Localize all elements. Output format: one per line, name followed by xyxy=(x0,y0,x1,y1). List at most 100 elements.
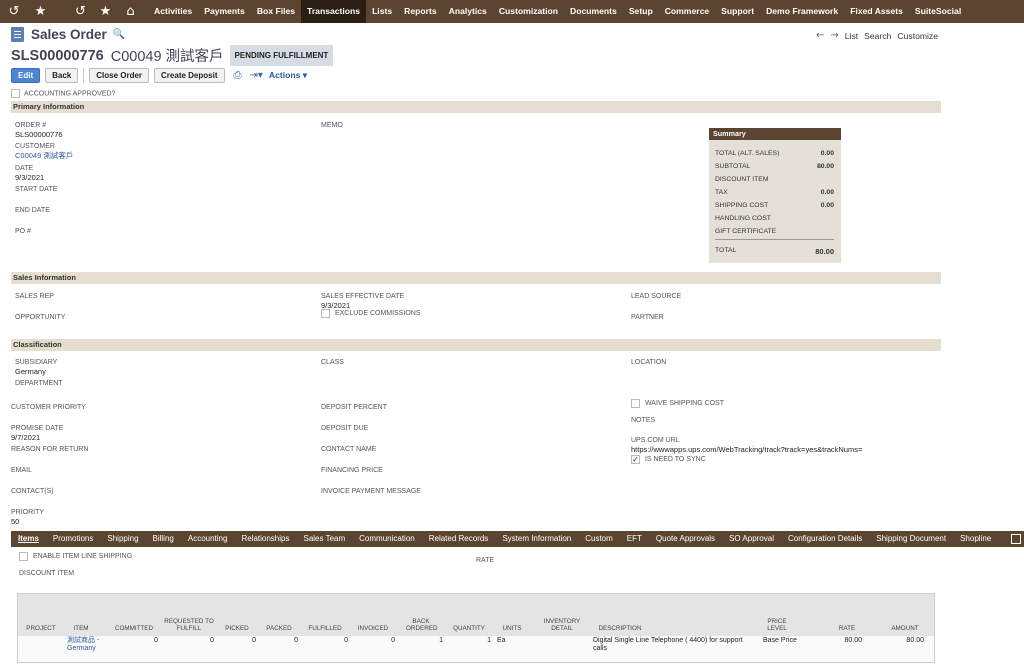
tab-configuration-details[interactable]: Configuration Details xyxy=(781,531,869,547)
financing-price-label: FINANCING PRICE xyxy=(321,467,383,474)
recent-icon[interactable]: ↺ xyxy=(0,0,28,23)
summary-row: TAX 0.00 xyxy=(715,189,834,196)
summary-label: TAX xyxy=(715,189,728,196)
history-icon[interactable]: ↺ xyxy=(68,0,93,23)
tab-items[interactable]: Items xyxy=(11,531,46,547)
tab-eft[interactable]: EFT xyxy=(620,531,649,547)
committed-cell: 0 xyxy=(154,637,158,644)
actions-menu[interactable]: Actions ▾ xyxy=(269,70,307,81)
packed-cell: 0 xyxy=(294,637,298,644)
waive-shipping-cost-field: WAIVE SHIPPING COST xyxy=(631,399,724,408)
end-date-label: END DATE xyxy=(15,207,50,214)
nav-fixed-assets[interactable]: Fixed Assets xyxy=(844,0,909,23)
nav-box-files[interactable]: Box Files xyxy=(251,0,301,23)
nav-setup[interactable]: Setup xyxy=(623,0,659,23)
tab-quote-approvals[interactable]: Quote Approvals xyxy=(649,531,722,547)
tab-shipping[interactable]: Shipping xyxy=(100,531,145,547)
discount-item-label: DISCOUNT ITEM xyxy=(19,570,75,577)
nav-activities[interactable]: Activities xyxy=(148,0,198,23)
customer-link[interactable]: C00049 測試客戶 xyxy=(15,151,73,160)
column-header: AMOUNT xyxy=(891,625,919,632)
nav-transactions[interactable]: Transactions xyxy=(301,0,367,23)
tab-billing[interactable]: Billing xyxy=(146,531,181,547)
partner-field: PARTNER xyxy=(631,313,664,322)
tab-relationships[interactable]: Relationships xyxy=(234,531,296,547)
page-title: Sales Order xyxy=(31,27,107,42)
search-icon[interactable]: 🔍 xyxy=(113,29,125,40)
list-link[interactable]: List xyxy=(845,31,858,41)
tab-system-information[interactable]: System Information xyxy=(495,531,578,547)
star-icon[interactable]: ★ xyxy=(28,0,53,23)
summary-total-value: 80.00 xyxy=(815,247,834,256)
export-icon[interactable]: ⇥▾ xyxy=(250,70,263,81)
rate-cell: 80.00 xyxy=(844,637,862,644)
nav-support[interactable]: Support xyxy=(715,0,760,23)
column-header: INVENTORY DETAIL xyxy=(543,618,581,632)
ups-url-value[interactable]: https://wwwapps.ups.com/WebTracking/trac… xyxy=(631,445,862,454)
summary-row: SUBTOTAL 80.00 xyxy=(715,163,834,170)
order-number: SLS00000776 xyxy=(11,47,104,64)
sales-order-icon xyxy=(11,27,24,42)
customize-link[interactable]: Customize xyxy=(897,31,938,41)
sales-rep-field: SALES REP xyxy=(15,292,54,301)
is-need-to-sync-checkbox[interactable]: ✓ xyxy=(631,455,640,464)
summary-total-label: TOTAL xyxy=(715,247,737,254)
location-field: LOCATION xyxy=(631,358,666,367)
nav-demo-framework[interactable]: Demo Framework xyxy=(760,0,844,23)
summary-row: TOTAL (ALT. SALES) 0.00 xyxy=(715,150,834,157)
summary-row: SHIPPING COST 0.00 xyxy=(715,202,834,209)
actions-label: Actions xyxy=(268,70,301,80)
nav-suitesocial[interactable]: SuiteSocial xyxy=(909,0,967,23)
ups-url-label: UPS.COM URL xyxy=(631,437,680,444)
next-arrow-icon[interactable]: → xyxy=(830,30,838,41)
tab-custom[interactable]: Custom xyxy=(578,531,620,547)
toolbar-divider xyxy=(83,68,85,83)
tab-communication[interactable]: Communication xyxy=(352,531,422,547)
summary-total-row: TOTAL 80.00 xyxy=(715,247,834,256)
expand-icon[interactable] xyxy=(1011,534,1021,544)
column-header: REQUESTED TO FULFILL xyxy=(164,618,214,632)
nav-lists[interactable]: Lists xyxy=(366,0,398,23)
nav-documents[interactable]: Documents xyxy=(564,0,623,23)
nav-customization[interactable]: Customization xyxy=(493,0,564,23)
create-deposit-button[interactable]: Create Deposit xyxy=(154,68,225,83)
search-link[interactable]: Search xyxy=(864,31,891,41)
edit-button[interactable]: Edit xyxy=(11,68,41,83)
nav-commerce[interactable]: Commerce xyxy=(659,0,715,23)
tab-accounting[interactable]: Accounting xyxy=(181,531,235,547)
nav-reports[interactable]: Reports xyxy=(398,0,442,23)
accounting-approved-label: ACCOUNTING APPROVED? xyxy=(24,90,116,98)
section-primary-information[interactable]: Primary Information xyxy=(11,101,941,113)
tab-promotions[interactable]: Promotions xyxy=(46,531,100,547)
tab-shopline[interactable]: Shopline xyxy=(953,531,998,547)
favorites-icon[interactable]: ★ xyxy=(93,0,118,23)
home-icon[interactable]: ⌂ xyxy=(118,0,143,23)
summary-value: 0.00 xyxy=(820,150,834,157)
nav-analytics[interactable]: Analytics xyxy=(443,0,493,23)
section-classification[interactable]: Classification xyxy=(11,339,941,351)
exclude-commissions-checkbox[interactable] xyxy=(321,309,330,318)
column-header: RATE xyxy=(838,625,856,632)
price-level-cell: Base Price xyxy=(763,637,797,644)
po-field: PO # xyxy=(15,227,31,236)
close-order-button[interactable]: Close Order xyxy=(89,68,150,83)
tab-related-records[interactable]: Related Records xyxy=(422,531,496,547)
tab-so-approval[interactable]: SO Approval xyxy=(722,531,781,547)
order-value: SLS00000776 xyxy=(15,130,63,139)
item-link[interactable]: 測試商品 - Germany xyxy=(67,637,99,653)
tab-shipping-document[interactable]: Shipping Document xyxy=(869,531,953,547)
previous-arrow-icon[interactable]: ← xyxy=(816,30,824,41)
deposit-percent-field: DEPOSIT PERCENT xyxy=(321,403,387,412)
enable-item-line-shipping-checkbox[interactable] xyxy=(19,552,28,561)
accounting-approved-checkbox[interactable] xyxy=(11,89,20,98)
nav-payments[interactable]: Payments xyxy=(198,0,251,23)
waive-shipping-cost-checkbox[interactable] xyxy=(631,399,640,408)
section-sales-information[interactable]: Sales Information xyxy=(11,272,941,284)
tab-sales-team[interactable]: Sales Team xyxy=(296,531,352,547)
department-field: DEPARTMENT xyxy=(15,379,63,388)
summary-row: HANDLING COST xyxy=(715,215,834,222)
print-icon[interactable]: ⎙ xyxy=(234,70,242,81)
description-cell: Digital Single Line Telephone ( 4400) fo… xyxy=(593,637,743,652)
back-button[interactable]: Back xyxy=(45,68,79,83)
notes-label: NOTES xyxy=(631,417,656,424)
